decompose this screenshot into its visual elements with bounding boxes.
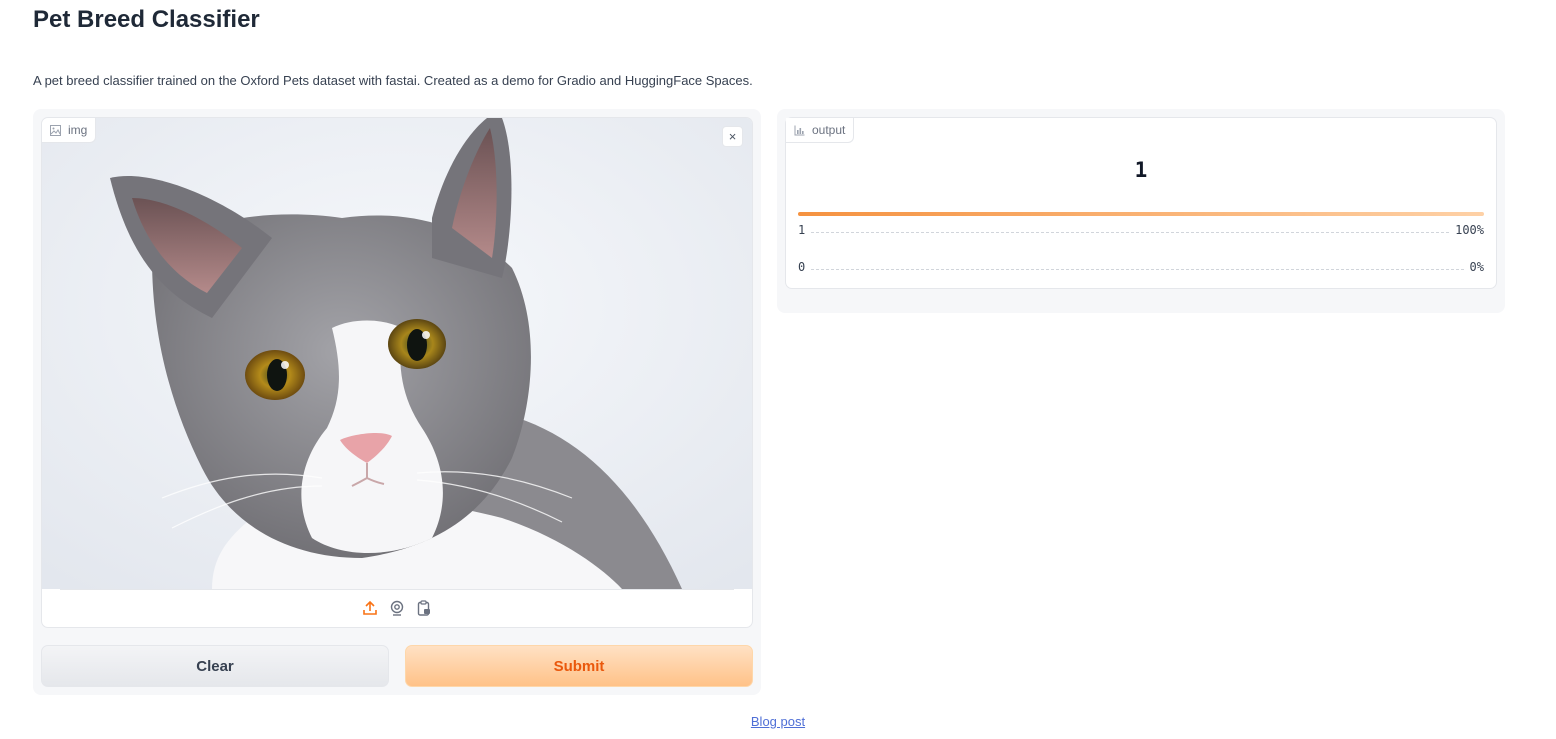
confidence-bar (798, 212, 1484, 216)
confidence-label: 1 (798, 223, 806, 237)
upload-icon[interactable] (362, 600, 379, 617)
confidence-bar-fill (798, 212, 1484, 216)
output-panel: output 1 1 100% 0 0% (777, 109, 1505, 313)
clear-button[interactable]: Clear (41, 645, 389, 687)
image-icon (50, 124, 61, 136)
confidence-row: 0 0% (798, 259, 1484, 275)
submit-button[interactable]: Submit (405, 645, 753, 687)
webcam-icon[interactable] (389, 600, 406, 617)
output-label-chip: output (786, 118, 855, 143)
footer: Blog post (0, 714, 1556, 729)
confidence-value: 100% (1455, 223, 1484, 237)
page-title: Pet Breed Classifier (33, 6, 260, 33)
label-output: output 1 1 100% 0 0% (785, 117, 1497, 289)
input-label-chip: img (42, 118, 97, 143)
blog-post-link[interactable]: Blog post (751, 714, 805, 729)
confidence-label: 0 (798, 260, 806, 274)
page-description: A pet breed classifier trained on the Ox… (33, 73, 753, 88)
dotted-leader (811, 231, 1450, 233)
dotted-leader (811, 268, 1464, 270)
confidence-row: 1 100% (798, 222, 1484, 238)
predicted-label: 1 (1134, 158, 1148, 182)
confidence-value: 0% (1469, 260, 1484, 274)
clipboard-icon[interactable] (416, 600, 433, 617)
bar-chart-icon (794, 125, 805, 136)
output-label: output (812, 123, 846, 137)
input-panel: img × Clear Submit (33, 109, 761, 695)
remove-image-button[interactable]: × (722, 126, 743, 147)
input-label: img (68, 123, 88, 137)
source-selector (42, 589, 752, 627)
cat-image (42, 118, 752, 589)
image-input[interactable]: img × (41, 117, 753, 628)
